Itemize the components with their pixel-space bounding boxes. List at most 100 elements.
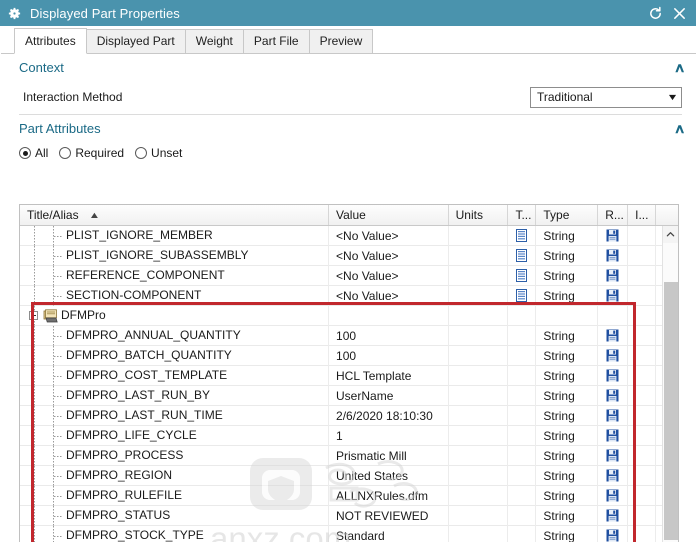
save-icon[interactable] (606, 289, 619, 302)
cell-saved-icon[interactable] (598, 425, 629, 446)
cell-units[interactable] (449, 485, 509, 506)
cell-units[interactable] (449, 425, 509, 446)
save-icon[interactable] (606, 229, 619, 242)
cell-units[interactable] (449, 245, 509, 266)
cell-saved-icon[interactable] (598, 445, 629, 466)
cell-saved-icon[interactable] (598, 465, 629, 486)
cell-title-alias[interactable]: DFMPRO_STATUS (20, 505, 330, 526)
cell-template-icon[interactable] (508, 425, 537, 446)
cell-title-alias[interactable]: DFMPRO_REGION (20, 465, 330, 486)
cell-value[interactable]: 1 (329, 425, 449, 446)
cell-saved-icon[interactable] (598, 525, 629, 542)
cell-title-alias[interactable]: DFMPRO_BATCH_QUANTITY (20, 345, 330, 366)
cell-value[interactable]: UserName (329, 385, 449, 406)
column-header-r[interactable]: R... (598, 205, 629, 225)
table-row[interactable]: SECTION-COMPONENT <No Value> String (20, 285, 678, 306)
column-header-value[interactable]: Value (329, 205, 449, 225)
cell-template-icon[interactable] (508, 265, 537, 286)
cell-type[interactable]: String (536, 465, 599, 486)
cell-title-alias[interactable]: DFMPRO_ANNUAL_QUANTITY (20, 325, 330, 346)
cell-info[interactable] (628, 405, 657, 426)
interaction-method-select[interactable]: Traditional ▼ (530, 86, 682, 108)
save-icon[interactable] (606, 369, 619, 382)
cell-type[interactable]: String (536, 285, 599, 306)
table-row[interactable]: DFMPRO_STATUS NOT REVIEWED String (20, 505, 678, 526)
cell-value[interactable]: 100 (329, 325, 449, 346)
cell-title-alias[interactable]: DFMPRO_LIFE_CYCLE (20, 425, 330, 446)
cell-info[interactable] (628, 465, 657, 486)
cell-type[interactable]: String (536, 425, 599, 446)
cell-type[interactable]: String (536, 505, 599, 526)
table-row[interactable]: DFMPRO_LIFE_CYCLE 1 String (20, 425, 678, 446)
cell-info[interactable] (628, 525, 657, 542)
cell-info[interactable] (628, 265, 657, 286)
reset-icon[interactable] (648, 6, 663, 21)
cell-saved-icon[interactable] (598, 245, 629, 266)
cell-units[interactable] (449, 305, 509, 326)
cell-value[interactable]: 100 (329, 345, 449, 366)
cell-saved-icon[interactable] (598, 385, 629, 406)
table-row[interactable]: DFMPRO_LAST_RUN_BY UserName String (20, 385, 678, 406)
cell-info[interactable] (628, 305, 657, 326)
cell-type[interactable]: String (536, 245, 599, 266)
cell-type[interactable] (536, 305, 599, 326)
table-group-row[interactable]: DFMPro (20, 305, 678, 326)
column-header-units[interactable]: Units (449, 205, 509, 225)
table-row[interactable]: PLIST_IGNORE_MEMBER <No Value> String (20, 226, 678, 246)
save-icon[interactable] (606, 389, 619, 402)
cell-template-icon[interactable] (508, 345, 537, 366)
tab-attributes[interactable]: Attributes (14, 28, 87, 54)
cell-saved-icon[interactable] (598, 265, 629, 286)
cell-title-alias[interactable]: DFMPRO_LAST_RUN_TIME (20, 405, 330, 426)
cell-units[interactable] (449, 285, 509, 306)
cell-info[interactable] (628, 445, 657, 466)
cell-units[interactable] (449, 525, 509, 542)
cell-units[interactable] (449, 445, 509, 466)
cell-value[interactable]: <No Value> (329, 245, 449, 266)
cell-template-icon[interactable] (508, 405, 537, 426)
cell-saved-icon[interactable] (598, 226, 629, 246)
tab-weight[interactable]: Weight (184, 29, 244, 53)
column-header-title[interactable]: Title/Alias ▲ (20, 205, 329, 225)
save-icon[interactable] (606, 529, 619, 542)
cell-template-icon[interactable] (508, 485, 537, 506)
cell-type[interactable]: String (536, 525, 599, 542)
table-row[interactable]: DFMPRO_BATCH_QUANTITY 100 String (20, 345, 678, 366)
cell-units[interactable] (449, 345, 509, 366)
cell-info[interactable] (628, 345, 657, 366)
save-icon[interactable] (606, 349, 619, 362)
table-row[interactable]: DFMPRO_COST_TEMPLATE HCL Template String (20, 365, 678, 386)
close-icon[interactable] (672, 6, 687, 21)
save-icon[interactable] (606, 409, 619, 422)
cell-units[interactable] (449, 385, 509, 406)
cell-type[interactable]: String (536, 345, 599, 366)
table-row[interactable]: DFMPRO_RULEFILE ALLNXRules.dfm String (20, 485, 678, 506)
save-icon[interactable] (606, 269, 619, 282)
cell-value[interactable]: ALLNXRules.dfm (329, 485, 449, 506)
save-icon[interactable] (606, 449, 619, 462)
cell-value[interactable] (329, 305, 449, 326)
cell-type[interactable]: String (536, 265, 599, 286)
cell-type[interactable]: String (536, 405, 599, 426)
cell-value[interactable]: United States (329, 465, 449, 486)
cell-template-icon[interactable] (508, 325, 537, 346)
context-collapse-icon[interactable]: ∧ (674, 61, 686, 74)
column-header-t[interactable]: T... (508, 205, 537, 225)
cell-saved-icon[interactable] (598, 345, 629, 366)
cell-units[interactable] (449, 505, 509, 526)
cell-title-alias[interactable]: DFMPro (20, 305, 330, 326)
cell-template-icon[interactable] (508, 285, 537, 306)
cell-title-alias[interactable]: SECTION-COMPONENT (20, 285, 330, 306)
cell-units[interactable] (449, 365, 509, 386)
cell-template-icon[interactable] (508, 505, 537, 526)
cell-template-icon[interactable] (508, 305, 537, 326)
table-row[interactable]: REFERENCE_COMPONENT <No Value> String (20, 265, 678, 286)
cell-info[interactable] (628, 425, 657, 446)
cell-value[interactable]: Standard (329, 525, 449, 542)
attributes-grid-body[interactable]: PLIST_IGNORE_MEMBER <No Value> String PLIST… (20, 226, 678, 542)
cell-template-icon[interactable] (508, 525, 537, 542)
cell-saved-icon[interactable] (598, 325, 629, 346)
part-attributes-collapse-icon[interactable]: ∧ (674, 122, 686, 135)
save-icon[interactable] (606, 509, 619, 522)
cell-value[interactable]: HCL Template (329, 365, 449, 386)
